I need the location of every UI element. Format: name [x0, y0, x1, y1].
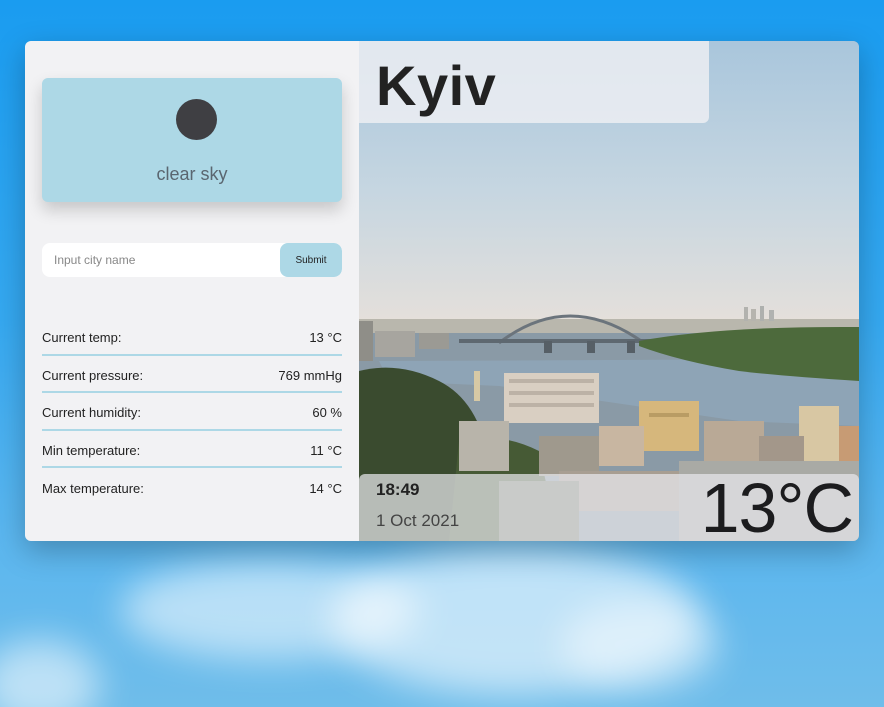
stat-row-min-temperature: Min temperature: 11 °C — [42, 431, 342, 468]
city-header: Kyiv — [359, 41, 709, 123]
city-photo-panel: Kyiv 18:49 1 Oct 2021 13°C — [359, 41, 859, 541]
submit-button[interactable]: Submit — [280, 243, 342, 277]
current-time: 18:49 — [376, 480, 420, 499]
stat-row-current-temp: Current temp: 13 °C — [42, 318, 342, 356]
stat-value: 14 °C — [309, 481, 342, 497]
stat-label: Current humidity: — [42, 405, 141, 421]
stat-label: Current temp: — [42, 330, 122, 346]
condition-text: clear sky — [156, 164, 228, 184]
stat-label: Current pressure: — [42, 367, 144, 383]
current-date: 1 Oct 2021 — [376, 511, 460, 530]
stat-row-max-temperature: Max temperature: 14 °C — [42, 468, 342, 506]
temperature-display: 13°C — [700, 469, 854, 541]
sun-icon — [176, 99, 217, 140]
stat-value: 60 % — [312, 405, 342, 421]
city-search-form: Submit — [42, 243, 342, 277]
stat-row-current-pressure: Current pressure: 769 mmHg — [42, 356, 342, 393]
datetime-temperature-panel: 18:49 1 Oct 2021 13°C — [359, 469, 859, 541]
condition-card: clear sky — [42, 78, 342, 202]
city-name: Kyiv — [376, 54, 497, 117]
stat-label: Max temperature: — [42, 481, 144, 497]
stat-label: Min temperature: — [42, 442, 141, 458]
background-cloud — [560, 600, 720, 690]
stat-value: 11 °C — [310, 442, 342, 458]
weather-sidebar: clear sky Submit Current temp: 13 °C Cur… — [25, 41, 359, 541]
stat-value: 769 mmHg — [278, 367, 342, 383]
city-name-input[interactable] — [42, 243, 280, 277]
stat-value: 13 °C — [309, 330, 342, 346]
weather-card: clear sky Submit Current temp: 13 °C Cur… — [25, 41, 859, 541]
weather-stats: Current temp: 13 °C Current pressure: 76… — [42, 318, 342, 506]
stat-row-current-humidity: Current humidity: 60 % — [42, 393, 342, 431]
background-cloud — [0, 640, 100, 707]
